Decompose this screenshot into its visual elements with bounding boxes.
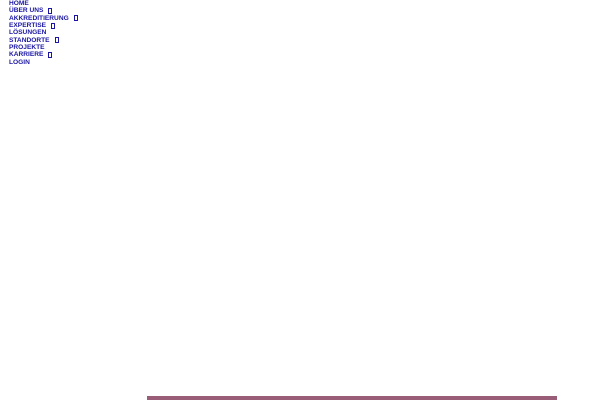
nav-item-label: LOGIN bbox=[9, 58, 30, 66]
nav-item-login[interactable]: LOGIN bbox=[9, 59, 78, 66]
nav-item-label: ÜBER UNS bbox=[9, 7, 44, 15]
submenu-toggle-icon[interactable] bbox=[48, 52, 53, 59]
main-navigation: HOME ÜBER UNS AKKREDITIERUNG EXPERTISE L… bbox=[9, 0, 78, 66]
nav-item-ueber-uns[interactable]: ÜBER UNS bbox=[9, 7, 78, 14]
submenu-toggle-icon[interactable] bbox=[51, 22, 56, 29]
nav-item-label: LÖSUNGEN bbox=[9, 29, 47, 37]
nav-item-loesungen[interactable]: LÖSUNGEN bbox=[9, 29, 78, 36]
nav-item-standorte[interactable]: STANDORTE bbox=[9, 37, 78, 44]
submenu-toggle-icon[interactable] bbox=[48, 8, 53, 15]
nav-item-label: PROJEKTE bbox=[9, 44, 45, 52]
page: HOME ÜBER UNS AKKREDITIERUNG EXPERTISE L… bbox=[0, 0, 600, 400]
nav-item-akkreditierung[interactable]: AKKREDITIERUNG bbox=[9, 15, 78, 22]
hero-banner-image bbox=[147, 396, 557, 400]
nav-item-projekte[interactable]: PROJEKTE bbox=[9, 44, 78, 51]
submenu-toggle-icon[interactable] bbox=[54, 37, 59, 44]
submenu-toggle-icon[interactable] bbox=[73, 15, 78, 22]
nav-item-label: AKKREDITIERUNG bbox=[9, 14, 69, 22]
nav-item-karriere[interactable]: KARRIERE bbox=[9, 51, 78, 58]
nav-item-label: KARRIERE bbox=[9, 51, 44, 59]
nav-item-label: STANDORTE bbox=[9, 36, 50, 44]
